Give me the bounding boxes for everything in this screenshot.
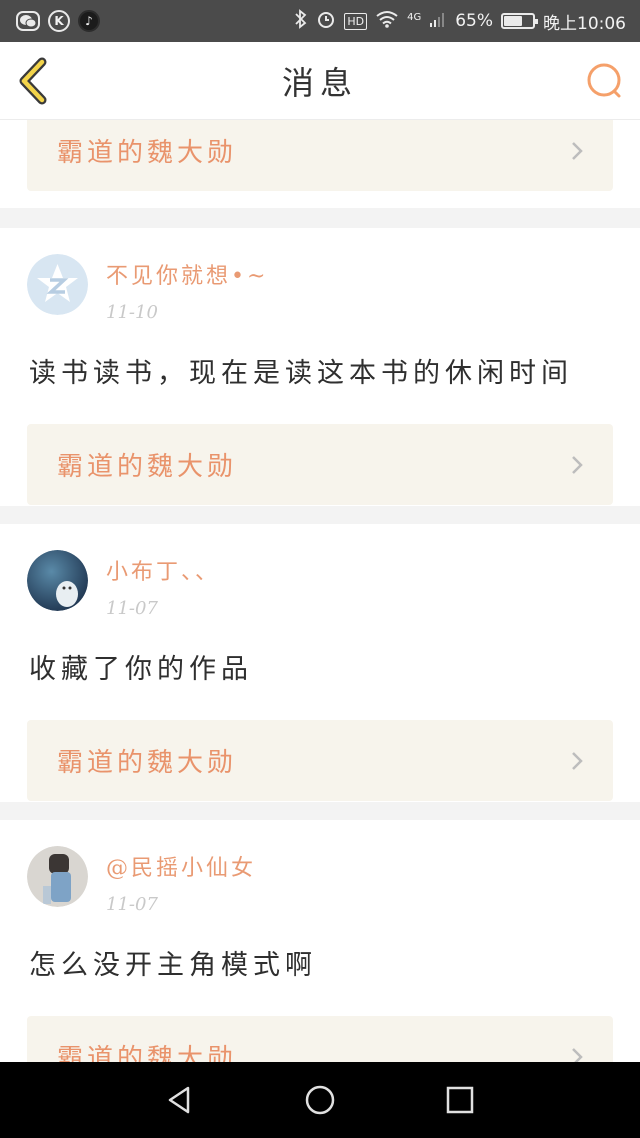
book-link[interactable]: 霸道的魏大勋 <box>27 424 613 505</box>
page-title: 消息 <box>281 63 358 102</box>
user-meta: @民摇小仙女 11-07 <box>106 850 256 915</box>
message-header: 小布丁、、 11-07 <box>27 524 613 620</box>
status-left: K ♪ <box>16 10 100 32</box>
username[interactable]: 小布丁、、 <box>106 554 220 586</box>
nav-bar: 消息 <box>0 42 640 120</box>
message-card: 小布丁、、 11-07 收藏了你的作品 霸道的魏大勋 <box>0 524 640 802</box>
book-title: 霸道的魏大勋 <box>57 748 238 778</box>
message-date: 11-10 <box>106 302 158 323</box>
wechat-icon <box>16 11 40 31</box>
network-type: 4G <box>407 11 422 23</box>
book-link[interactable]: 霸道的魏大勋 <box>27 720 613 801</box>
book-link[interactable]: 霸道的魏大勋 <box>27 1016 613 1062</box>
chevron-right-icon <box>572 751 583 770</box>
recents-square-icon[interactable] <box>444 1084 476 1116</box>
username[interactable]: 不见你就想•~ <box>106 258 268 290</box>
book-title: 霸道的魏大勋 <box>57 1044 238 1062</box>
system-nav-bar <box>0 1062 640 1138</box>
user-meta: 不见你就想•~ 11-10 <box>106 258 268 323</box>
battery-icon <box>501 13 538 29</box>
message-text: 收藏了你的作品 <box>29 654 253 685</box>
book-title: 霸道的魏大勋 <box>57 138 238 168</box>
battery-percent: 65% <box>455 11 493 31</box>
message-date: 11-07 <box>106 894 158 915</box>
back-triangle-icon[interactable] <box>164 1084 196 1116</box>
avatar[interactable] <box>27 550 88 611</box>
alarm-icon <box>316 9 336 34</box>
message-card: 霸道的魏大勋 <box>0 120 640 208</box>
message-text: 读书读书，现在是读这本书的休闲时间 <box>29 358 573 389</box>
message-card: @民摇小仙女 11-07 怎么没开主角模式啊 霸道的魏大勋 <box>0 820 640 1062</box>
home-circle-icon[interactable] <box>304 1084 336 1116</box>
chevron-right-icon <box>572 1047 583 1062</box>
search-button[interactable] <box>584 60 626 102</box>
message-text: 怎么没开主角模式啊 <box>29 950 317 981</box>
wifi-icon <box>375 10 399 33</box>
message-card: 不见你就想•~ 11-10 读书读书，现在是读这本书的休闲时间 霸道的魏大勋 <box>0 228 640 506</box>
bluetooth-icon <box>294 8 308 34</box>
message-header: 不见你就想•~ 11-10 <box>27 228 613 324</box>
message-header: @民摇小仙女 11-07 <box>27 820 613 916</box>
k-icon: K <box>48 10 70 32</box>
avatar[interactable] <box>27 846 88 907</box>
status-right: HD 4G 65% 晚上10:06 <box>294 8 626 34</box>
search-icon <box>587 63 621 98</box>
message-list[interactable]: 霸道的魏大勋 不见你就想•~ 11-10 读书读书，现在是读这本书的休闲时间 霸… <box>0 120 640 1062</box>
back-chevron-icon <box>19 57 47 105</box>
battery-fill <box>504 16 523 26</box>
chevron-right-icon <box>572 141 583 160</box>
status-time: 晚上10:06 <box>543 13 626 34</box>
signal-icon <box>429 10 447 33</box>
tiktok-icon: ♪ <box>78 10 100 32</box>
user-meta: 小布丁、、 11-07 <box>106 554 220 619</box>
status-bar: K ♪ HD 4G 65% 晚上10:06 <box>0 0 640 42</box>
back-button[interactable] <box>16 56 60 106</box>
message-date: 11-07 <box>106 598 158 619</box>
avatar[interactable] <box>27 254 88 315</box>
book-title: 霸道的魏大勋 <box>57 452 238 482</box>
book-link[interactable]: 霸道的魏大勋 <box>27 120 613 191</box>
hd-icon: HD <box>344 12 368 30</box>
chevron-right-icon <box>572 455 583 474</box>
username[interactable]: @民摇小仙女 <box>106 850 256 882</box>
